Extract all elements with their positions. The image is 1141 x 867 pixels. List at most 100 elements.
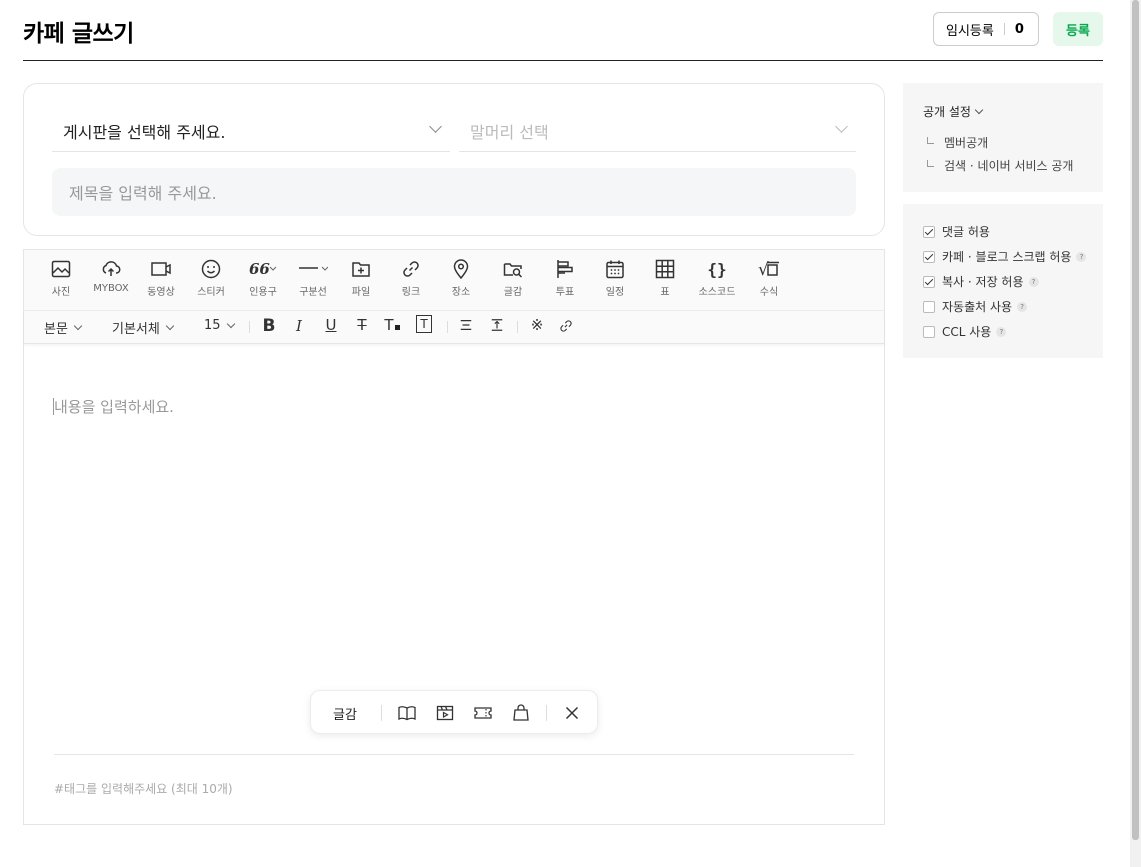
toolbar-mybox-button[interactable]: MYBOX [85,258,137,294]
font-color-glyph: T [384,316,394,334]
movie-icon[interactable] [435,703,455,723]
color-swatch-icon [394,325,400,330]
toolbar-label: 글감 [503,287,523,298]
material-label: 글감 [333,708,357,723]
toolbar-divider [447,321,448,333]
ticket-icon[interactable] [473,703,493,723]
close-icon[interactable] [562,703,582,723]
option-label: CCL 사용 [942,325,992,339]
video-icon [151,262,171,276]
toolbar-divider-button[interactable]: 구분선 [287,258,339,298]
chevron-down-icon [226,319,235,329]
toolbar-label: 링크 [401,287,421,298]
toolbar-link-button[interactable]: 링크 [385,258,437,298]
option-label: 자동출처 사용 [942,300,1013,314]
help-icon[interactable]: ? [1028,276,1039,287]
branch-icon [927,137,934,144]
tag-input[interactable]: #태그를 입력해주세요 (최대 10개) [54,780,233,797]
align-left-icon [460,320,472,330]
chevron-down-icon [73,321,83,331]
toolbar-label: 스티커 [197,287,225,298]
source-code-icon: {} [707,260,726,279]
sticker-icon [201,259,221,279]
toolbar-formula-button[interactable]: √ 수식 [743,258,795,298]
option-auto-source[interactable]: 자동출처 사용? [923,298,1028,315]
toolbar-divider [517,321,518,333]
toolbar-quote-button[interactable]: 66 인용구 [237,258,289,298]
board-select-label: 게시판을 선택해 주세요. [63,122,226,142]
option-label: 복사 · 저장 허용 [942,275,1024,289]
bold-button[interactable]: B [260,316,278,336]
background-color-button[interactable]: T [416,315,432,333]
underline-button[interactable]: U [322,316,340,334]
publish-item-label: 검색 · 네이버 서비스 공개 [944,159,1074,173]
checkbox[interactable] [923,225,935,238]
checkbox[interactable] [923,275,935,288]
toolbar-label: 사진 [51,287,71,298]
line-height-button[interactable] [488,318,506,336]
file-icon [352,262,370,277]
prefix-select[interactable]: 말머리 선택 [459,110,856,152]
font-color-button[interactable]: T [383,316,401,334]
book-icon[interactable] [397,703,417,723]
format-link-button[interactable] [557,318,575,338]
toolbar-table-button[interactable]: 표 [639,258,691,298]
toolbar-source-code-button[interactable]: {} 소스코드 [691,258,743,298]
option-allow-scrap[interactable]: 카페 · 블로그 스크랩 허용? [923,248,1087,265]
toolbar-label: 동영상 [147,287,175,298]
align-button[interactable] [457,318,475,336]
vote-icon [557,260,573,278]
content-editor[interactable]: 내용을 입력하세요. [54,396,174,417]
post-meta-card: 게시판을 선택해 주세요. 말머리 선택 제목을 입력해 주세요. [23,83,885,236]
divider-icon [299,266,328,271]
board-select[interactable]: 게시판을 선택해 주세요. [52,110,450,152]
toolbar-label: 파일 [351,287,371,298]
toolbar-place-button[interactable]: 장소 [435,258,487,298]
font-family-label: 기본서체 [112,322,160,337]
chevron-down-icon [835,120,848,133]
scrollbar-thumb[interactable] [1132,0,1139,840]
tag-divider [54,754,854,755]
help-icon[interactable]: ? [1076,251,1087,262]
help-icon[interactable]: ? [1017,301,1028,312]
option-allow-copy[interactable]: 복사 · 저장 허용? [923,273,1039,290]
line-height-icon [491,319,503,331]
help-icon[interactable]: ? [996,326,1007,337]
formula-icon: √ [758,260,779,280]
toolbar-photo-button[interactable]: 사진 [35,258,87,298]
toolbar-sticker-button[interactable]: 스티커 [185,258,237,298]
toolbar-label: 장소 [451,287,471,298]
toolbar-material-button[interactable]: 글감 [487,258,539,298]
option-allow-comments[interactable]: 댓글 허용 [923,223,990,240]
quote-icon: 66 [249,260,277,278]
font-size-label: 15 [204,318,221,333]
toolbar-label: 수식 [759,287,779,298]
paragraph-style-select[interactable]: 본문 [44,318,83,337]
italic-button[interactable]: I [290,317,308,335]
font-size-select[interactable]: 15 [204,318,235,333]
strikethrough-button[interactable]: T [353,316,371,334]
temp-save-button[interactable]: 임시등록 0 [933,12,1039,46]
special-char-button[interactable]: ※ [528,316,546,334]
option-ccl[interactable]: CCL 사용? [923,323,1007,340]
temp-save-count: 0 [1014,21,1024,37]
chevron-down-icon [429,120,442,133]
toolbar-file-button[interactable]: 파일 [335,258,387,298]
publish-item-label: 멤버공개 [944,136,989,150]
publish-settings-toggle[interactable]: 공개 설정 [923,103,984,120]
font-family-select[interactable]: 기본서체 [112,318,175,337]
option-label: 카페 · 블로그 스크랩 허용 [942,250,1072,264]
page-scrollbar[interactable] [1130,0,1141,867]
checkbox[interactable] [923,250,935,263]
floating-divider [381,705,382,721]
table-icon [655,259,675,279]
toolbar-video-button[interactable]: 동영상 [135,258,187,298]
checkbox[interactable] [923,325,935,338]
toolbar-calendar-button[interactable]: 일정 [589,258,641,298]
checkbox[interactable] [923,300,935,313]
temp-save-divider [1003,23,1005,35]
shopping-bag-icon[interactable] [511,703,531,723]
title-input[interactable]: 제목을 입력해 주세요. [52,168,856,216]
toolbar-vote-button[interactable]: 투표 [539,258,591,298]
submit-button[interactable]: 등록 [1053,12,1103,46]
